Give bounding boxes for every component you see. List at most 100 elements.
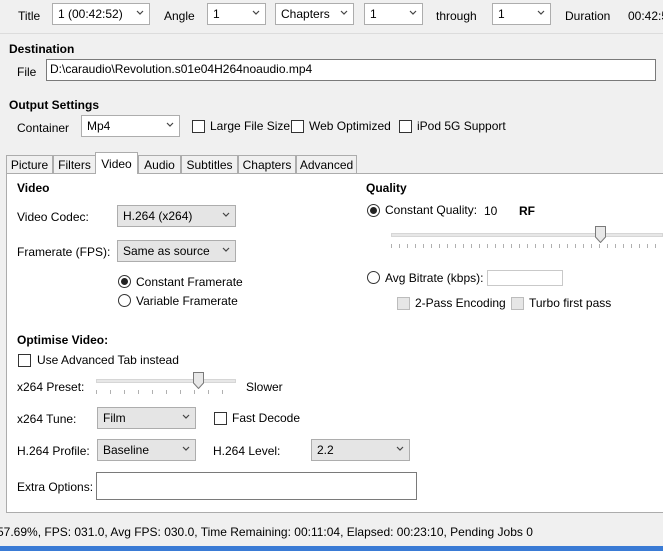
x264-tune-select[interactable]: Film — [97, 407, 196, 429]
framerate-label: Framerate (FPS): — [17, 245, 111, 259]
constant-quality-value: 10 — [484, 204, 498, 218]
h264-level-value: 2.2 — [317, 443, 334, 457]
tab-advanced[interactable]: Advanced — [296, 155, 357, 173]
constant-framerate-label: Constant Framerate — [136, 275, 243, 289]
angle-select[interactable]: 1 — [207, 3, 266, 25]
title-select-value: 1 (00:42:52) — [58, 7, 123, 21]
quality-heading: Quality — [366, 181, 407, 195]
duration-value: 00:42:52 — [628, 9, 663, 23]
x264-preset-label: x264 Preset: — [17, 380, 85, 394]
video-codec-select[interactable]: H.264 (x264) — [117, 205, 236, 227]
range-end-value: 1 — [498, 7, 505, 21]
tab-chapters[interactable]: Chapters — [238, 155, 296, 173]
h264-profile-select[interactable]: Baseline — [97, 439, 196, 461]
two-pass-encoding-checkbox[interactable] — [397, 297, 410, 310]
fast-decode-checkbox[interactable] — [214, 412, 227, 425]
h264-level-label: H.264 Level: — [213, 444, 281, 458]
avg-bitrate-input[interactable] — [487, 270, 563, 286]
optimise-video-heading: Optimise Video: — [17, 333, 109, 347]
h264-profile-label: H.264 Profile: — [17, 444, 90, 458]
tab-label: Filters — [58, 158, 91, 172]
destination-heading: Destination — [9, 42, 75, 56]
use-advanced-tab-label: Use Advanced Tab instead — [37, 353, 179, 367]
slider-ticks — [391, 244, 663, 248]
avg-bitrate-radio[interactable] — [367, 271, 380, 284]
x264-tune-value: Film — [103, 411, 126, 425]
video-codec-label: Video Codec: — [17, 210, 89, 224]
chevron-down-icon — [222, 212, 230, 217]
chevron-down-icon — [136, 10, 144, 15]
constant-quality-radio[interactable] — [367, 204, 380, 217]
file-path-value: D:\caraudio\Revolution.s01e04H264noaudio… — [50, 62, 313, 76]
large-file-size-checkbox[interactable] — [192, 120, 205, 133]
chevron-down-icon — [409, 10, 417, 15]
slider-track — [96, 379, 236, 383]
range-end-select[interactable]: 1 — [492, 3, 551, 25]
container-select[interactable]: Mp4 — [81, 115, 180, 137]
range-type-value: Chapters — [281, 7, 330, 21]
tab-label: Picture — [10, 158, 49, 172]
output-settings-heading: Output Settings — [9, 98, 99, 112]
extra-options-input[interactable] — [96, 472, 417, 500]
chevron-down-icon — [182, 414, 190, 419]
two-pass-encoding-label: 2-Pass Encoding — [415, 296, 506, 310]
slider-track — [391, 233, 663, 237]
variable-framerate-radio[interactable] — [118, 294, 131, 307]
encode-status-text: 57.69%, FPS: 031.0, Avg FPS: 030.0, Time… — [0, 525, 533, 539]
chevron-down-icon — [252, 10, 260, 15]
video-codec-value: H.264 (x264) — [123, 209, 193, 223]
chevron-down-icon — [182, 446, 190, 451]
chevron-down-icon — [222, 247, 230, 252]
tab-audio[interactable]: Audio — [138, 155, 181, 173]
h264-profile-value: Baseline — [103, 443, 150, 457]
tab-subtitles[interactable]: Subtitles — [181, 155, 238, 173]
container-label: Container — [17, 121, 70, 135]
turbo-first-pass-checkbox[interactable] — [511, 297, 524, 310]
range-type-select[interactable]: Chapters — [275, 3, 354, 25]
file-path-input[interactable]: D:\caraudio\Revolution.s01e04H264noaudio… — [46, 59, 656, 81]
tab-label: Chapters — [242, 158, 292, 172]
slider-thumb[interactable] — [193, 372, 204, 389]
title-select[interactable]: 1 (00:42:52) — [52, 3, 150, 25]
ipod-5g-support-label: iPod 5G Support — [417, 119, 506, 133]
container-value: Mp4 — [87, 119, 111, 133]
chevron-down-icon — [537, 10, 545, 15]
x264-tune-label: x264 Tune: — [17, 412, 77, 426]
file-label: File — [17, 65, 37, 79]
h264-level-select[interactable]: 2.2 — [311, 439, 410, 461]
avg-bitrate-label: Avg Bitrate (kbps): — [385, 271, 484, 285]
tab-filters[interactable]: Filters — [53, 155, 96, 173]
web-optimized-label: Web Optimized — [309, 119, 391, 133]
framerate-value: Same as source — [123, 244, 210, 258]
divider — [0, 33, 663, 34]
slider-ticks — [96, 390, 236, 394]
web-optimized-checkbox[interactable] — [291, 120, 304, 133]
constant-framerate-radio[interactable] — [118, 275, 131, 288]
status-bar: 57.69%, FPS: 031.0, Avg FPS: 030.0, Time… — [0, 520, 663, 544]
chevron-down-icon — [340, 10, 348, 15]
use-advanced-tab-checkbox[interactable] — [18, 354, 31, 367]
tab-label: Advanced — [299, 158, 354, 172]
angle-select-value: 1 — [213, 7, 220, 21]
tab-label: Audio — [144, 158, 175, 172]
tab-video[interactable]: Video — [95, 152, 138, 174]
range-start-select[interactable]: 1 — [364, 3, 423, 25]
slider-thumb[interactable] — [595, 226, 606, 243]
tab-picture[interactable]: Picture — [6, 155, 53, 173]
quality-slider[interactable] — [391, 226, 663, 248]
tab-label: Subtitles — [186, 158, 233, 172]
constant-quality-label: Constant Quality: — [385, 203, 478, 217]
chevron-down-icon — [396, 446, 404, 451]
range-start-value: 1 — [370, 7, 377, 21]
title-label: Title — [18, 9, 41, 23]
ipod-5g-support-checkbox[interactable] — [399, 120, 412, 133]
video-heading: Video — [17, 181, 50, 195]
extra-options-label: Extra Options: — [17, 480, 94, 494]
window-bottom-border — [0, 546, 663, 551]
x264-preset-slider[interactable] — [96, 372, 236, 394]
variable-framerate-label: Variable Framerate — [136, 294, 238, 308]
fast-decode-label: Fast Decode — [232, 411, 301, 425]
large-file-size-label: Large File Size — [210, 119, 291, 133]
chevron-down-icon — [166, 122, 174, 127]
framerate-select[interactable]: Same as source — [117, 240, 236, 262]
